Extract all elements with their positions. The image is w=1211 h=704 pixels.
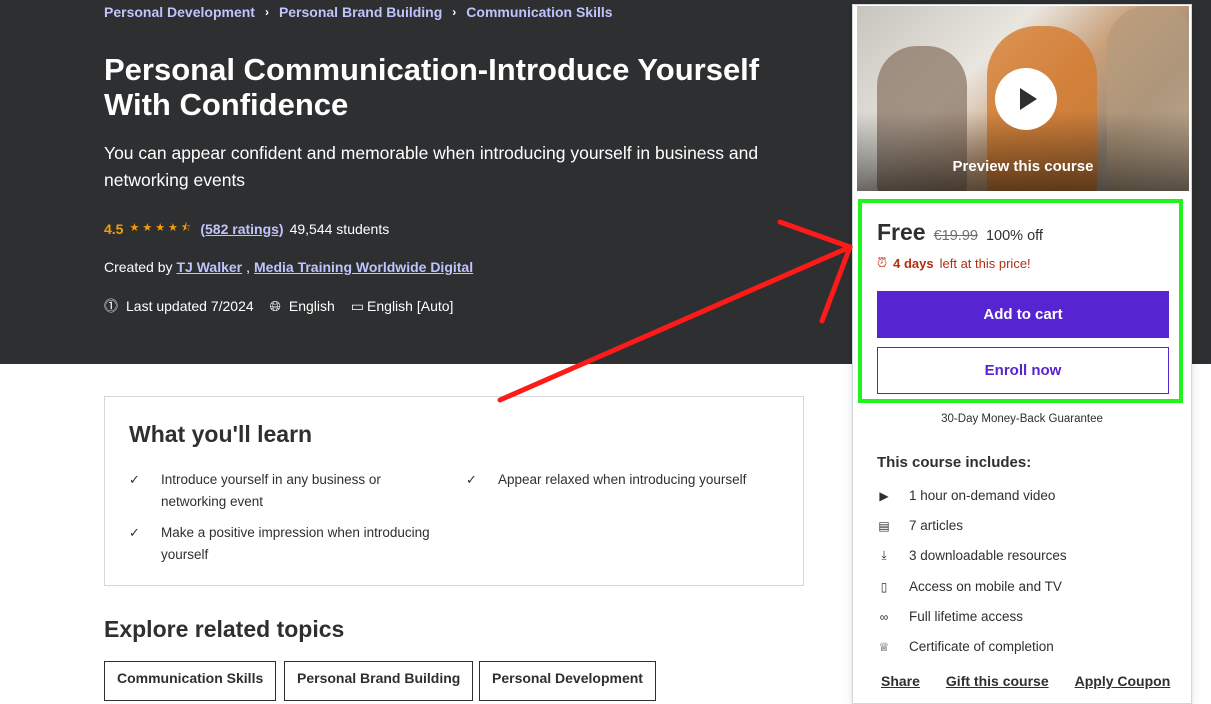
author-link-media-training[interactable]: Media Training Worldwide Digital bbox=[254, 259, 473, 275]
include-item: ⤓ 3 downloadable resources bbox=[877, 548, 1067, 563]
learn-item: ✓ Introduce yourself in any business or … bbox=[129, 469, 431, 513]
topic-personal-brand-building[interactable]: Personal Brand Building bbox=[284, 661, 474, 701]
chevron-right-icon: › bbox=[264, 5, 269, 19]
include-text: Access on mobile and TV bbox=[909, 579, 1062, 594]
created-by: Created by TJ Walker, Media Training Wor… bbox=[104, 259, 473, 275]
breadcrumb-item-personal-brand-building[interactable]: Personal Brand Building bbox=[279, 4, 442, 20]
money-back-guarantee: 30-Day Money-Back Guarantee bbox=[941, 413, 1103, 425]
topic-communication-skills[interactable]: Communication Skills bbox=[104, 661, 277, 701]
check-icon: ✓ bbox=[129, 525, 140, 540]
breadcrumb-item-personal-development[interactable]: Personal Development bbox=[104, 4, 255, 20]
apply-coupon-link[interactable]: Apply Coupon bbox=[1075, 673, 1171, 689]
learn-item-text: Make a positive impression when introduc… bbox=[161, 525, 430, 562]
check-icon: ✓ bbox=[466, 472, 477, 487]
gift-course-link[interactable]: Gift this course bbox=[946, 673, 1049, 689]
trophy-icon: ♕ bbox=[878, 639, 890, 654]
learn-title: What you'll learn bbox=[129, 421, 313, 447]
rating-value: 4.5 bbox=[104, 220, 124, 237]
sidebar-footer-links: Share Gift this course Apply Coupon bbox=[881, 673, 1170, 689]
include-text: 7 articles bbox=[909, 518, 964, 533]
what-you-learn-box: What you'll learn ✓ Introduce yourself i… bbox=[104, 396, 804, 586]
learn-item: ✓ Appear relaxed when introducing yourse… bbox=[466, 469, 788, 491]
course-preview[interactable]: Preview this course bbox=[857, 6, 1189, 191]
language: 🌐︎ English bbox=[270, 298, 335, 315]
include-text: 3 downloadable resources bbox=[909, 548, 1067, 563]
include-item: ♕ Certificate of completion bbox=[877, 639, 1054, 654]
learn-item: ✓ Make a positive impression when introd… bbox=[129, 522, 451, 566]
course-subtitle: You can appear confident and memorable w… bbox=[104, 143, 759, 190]
annotation-highlight-box bbox=[858, 199, 1183, 403]
globe-icon: 🌐︎ bbox=[269, 297, 281, 314]
course-meta: ⓵ Last updated 7/2024 🌐︎ English ▭ Engli… bbox=[104, 296, 469, 316]
include-item: ▶︎ 1 hour on-demand video bbox=[877, 488, 1055, 503]
course-title: Personal Communication-Introduce Yoursel… bbox=[104, 52, 760, 122]
author-link-tj-walker[interactable]: TJ Walker bbox=[176, 259, 242, 275]
star-rating-icon: ★★★★⯪ bbox=[129, 222, 195, 234]
share-link[interactable]: Share bbox=[881, 673, 920, 689]
video-icon: ▶︎ bbox=[879, 488, 889, 503]
rating-row: 4.5 ★★★★⯪ (582 ratings) 49,544 students bbox=[104, 219, 389, 238]
download-icon: ⤓ bbox=[881, 548, 887, 562]
captions-text: English [Auto] bbox=[367, 298, 454, 314]
learn-item-text: Appear relaxed when introducing yourself bbox=[498, 472, 747, 487]
alert-icon: ⓵ bbox=[104, 298, 118, 314]
includes-title: This course includes: bbox=[877, 454, 1032, 471]
captions-icon: ▭ bbox=[350, 297, 365, 314]
include-text: 1 hour on-demand video bbox=[909, 488, 1056, 503]
play-icon bbox=[1019, 88, 1037, 110]
topic-personal-development[interactable]: Personal Development bbox=[479, 661, 656, 701]
language-text: English bbox=[288, 298, 335, 314]
include-item: ▯ Access on mobile and TV bbox=[877, 579, 1062, 594]
infinity-icon: ∞ bbox=[879, 609, 889, 624]
include-text: Full lifetime access bbox=[909, 609, 1024, 624]
created-by-label: Created by bbox=[104, 259, 173, 275]
include-text: Certificate of completion bbox=[909, 639, 1054, 654]
article-icon: ▤ bbox=[878, 518, 890, 533]
last-updated-text: Last updated 7/2024 bbox=[126, 298, 254, 314]
explore-title: Explore related topics bbox=[104, 616, 345, 642]
last-updated: ⓵ Last updated 7/2024 bbox=[104, 296, 254, 316]
breadcrumb-item-communication-skills[interactable]: Communication Skills bbox=[466, 4, 612, 20]
chevron-right-icon: › bbox=[452, 5, 457, 19]
include-item: ▤ 7 articles bbox=[877, 518, 963, 533]
ratings-count-link[interactable]: (582 ratings) bbox=[200, 221, 283, 237]
play-button[interactable] bbox=[995, 68, 1057, 130]
check-icon: ✓ bbox=[129, 472, 140, 487]
learn-item-text: Introduce yourself in any business or ne… bbox=[161, 472, 381, 509]
preview-label: Preview this course bbox=[952, 158, 1094, 175]
mobile-icon: ▯ bbox=[880, 579, 888, 594]
captions: ▭ English [Auto] bbox=[351, 298, 454, 315]
include-item: ∞ Full lifetime access bbox=[877, 609, 1023, 624]
students-count: 49,544 students bbox=[289, 220, 390, 237]
author-separator: , bbox=[246, 259, 250, 275]
breadcrumb: Personal Development › Personal Brand Bu… bbox=[104, 4, 613, 20]
